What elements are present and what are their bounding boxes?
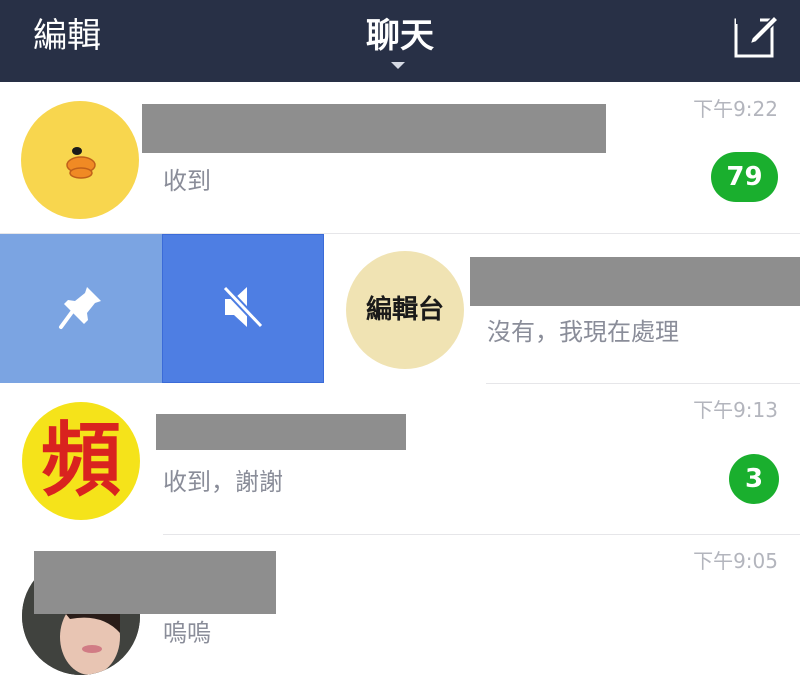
edit-button[interactable]: 編輯	[33, 14, 101, 58]
unread-badge: 3	[729, 454, 779, 504]
avatar: 頻	[22, 402, 140, 520]
redacted-name	[470, 257, 800, 306]
mute-icon	[221, 284, 265, 334]
avatar: 編輯台	[346, 251, 464, 369]
nav-bar: 編輯 聊天	[0, 0, 800, 82]
chat-row[interactable]: 收到 下午9:22 79	[0, 83, 800, 233]
page-title: 聊天	[366, 16, 434, 56]
unread-badge: 79	[711, 152, 778, 202]
last-message: 嗚嗚	[163, 619, 211, 647]
message-time: 下午9:13	[693, 398, 778, 422]
pin-icon	[57, 283, 105, 335]
chat-row[interactable]: 編輯台 沒有，我現在處理	[324, 234, 800, 384]
redacted-name	[34, 551, 276, 614]
last-message: 收到，謝謝	[163, 468, 283, 496]
last-message: 沒有，我現在處理	[487, 318, 679, 346]
avatar-text: 編輯台	[365, 295, 444, 325]
pin-button[interactable]	[0, 234, 162, 383]
avatar-text: 頻	[41, 414, 121, 507]
redacted-name	[156, 414, 406, 450]
message-time: 下午9:22	[693, 97, 778, 121]
mute-button[interactable]	[162, 234, 324, 383]
compose-icon[interactable]	[734, 14, 780, 58]
chat-row[interactable]: 嗚嗚 下午9:05	[0, 535, 800, 675]
redacted-name	[142, 104, 606, 153]
sally-duck-avatar	[21, 101, 139, 219]
chat-row[interactable]: 頻 收到，謝謝 下午9:13 3	[0, 384, 800, 534]
last-message: 收到	[163, 167, 211, 195]
chevron-down-icon[interactable]	[391, 62, 405, 69]
message-time: 下午9:05	[693, 549, 778, 573]
